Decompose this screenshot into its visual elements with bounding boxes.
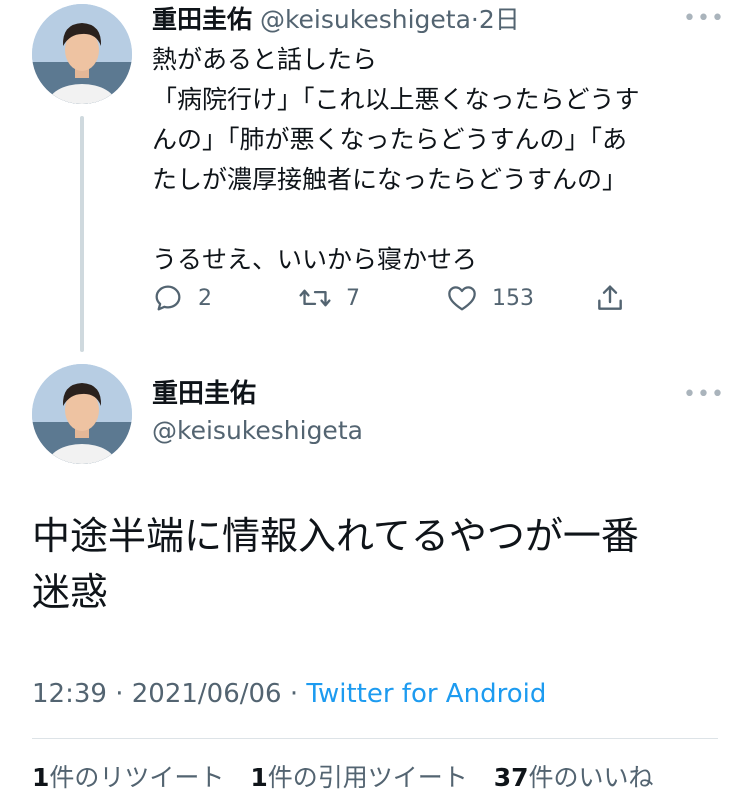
reply-count: 2 (198, 285, 212, 311)
author-name[interactable]: 重田圭佑 (152, 5, 252, 34)
separator: · (115, 679, 124, 709)
retweets-count: 1 (32, 763, 50, 792)
quotes-label: 件の引用ツイート (267, 763, 468, 792)
tweet1-header: 重田圭佑 @keisukeshigeta·2日 (152, 4, 520, 36)
tweet-text-line: 熱があると話したら (152, 45, 378, 74)
reply-button[interactable]: 2 (152, 282, 212, 314)
separator: · (470, 5, 479, 34)
tweet-meta: 12:39 · 2021/06/06 · Twitter for Android (32, 676, 546, 712)
quotes-count: 1 (250, 763, 268, 792)
tweet-stats: 1件のリツイート 1件の引用ツイート 37件のいいね (32, 760, 672, 796)
likes-count: 37 (493, 763, 529, 792)
tweet-text-line: んの」「肺が悪くなったらどうすんの」「あ (152, 125, 628, 154)
avatar[interactable] (32, 4, 132, 104)
separator: · (289, 679, 299, 709)
thread-connector-line (80, 116, 84, 352)
likes-stat[interactable]: 37件のいいね (494, 763, 654, 792)
retweets-stat[interactable]: 1件のリツイート (32, 763, 224, 792)
tweet-text-line: 「病院行け」「これ以上悪くなったらどうす (152, 85, 640, 114)
likes-label: 件のいいね (528, 763, 654, 792)
tweet-text-line: たしが濃厚接触者になったらどうすんの」 (152, 165, 628, 194)
share-icon (598, 285, 622, 310)
tweet-text-blank-line (152, 200, 718, 240)
quotes-stat[interactable]: 1件の引用ツイート (250, 763, 467, 792)
retweet-icon (299, 289, 331, 307)
tweet-date: 2021/06/06 (131, 679, 282, 709)
author-handle[interactable]: @keisukeshigeta (152, 414, 363, 448)
tweet1-text: 熱があると話したら 「病院行け」「これ以上悪くなったらどうす んの」「肺が悪くな… (152, 40, 718, 280)
tweet-text-line: 中途半端に情報入れてるやつが一番 (32, 514, 639, 558)
like-icon (448, 286, 476, 311)
avatar[interactable] (32, 364, 132, 464)
timestamp[interactable]: 2日 (479, 5, 520, 34)
reply-icon (155, 285, 181, 311)
more-icon[interactable]: ••• (683, 8, 725, 30)
tweet-text-line: うるせえ、いいから寝かせろ (152, 245, 478, 274)
retweets-label: 件のリツイート (49, 763, 225, 792)
tweet-text-line: 迷惑 (32, 570, 109, 614)
tweet-time: 12:39 (32, 679, 107, 709)
like-button[interactable]: 153 (446, 282, 534, 314)
retweet-count: 7 (346, 285, 360, 311)
avatar-photo (32, 364, 132, 464)
author-name[interactable]: 重田圭佑 (152, 377, 256, 411)
tweet2-text: 中途半端に情報入れてるやつが一番 迷惑 (32, 508, 722, 620)
share-button[interactable] (594, 282, 626, 314)
tweet-detail-view: 重田圭佑 @keisukeshigeta·2日 ••• 熱があると話したら 「病… (0, 0, 750, 811)
tweet-source-link[interactable]: Twitter for Android (306, 679, 546, 709)
more-icon[interactable]: ••• (683, 384, 725, 406)
tweet1-action-bar: 2 7 153 (152, 282, 642, 322)
retweet-button[interactable]: 7 (298, 282, 360, 314)
avatar-photo (32, 4, 132, 104)
author-handle[interactable]: @keisukeshigeta (260, 5, 471, 34)
divider (32, 738, 718, 739)
like-count: 153 (492, 285, 534, 311)
